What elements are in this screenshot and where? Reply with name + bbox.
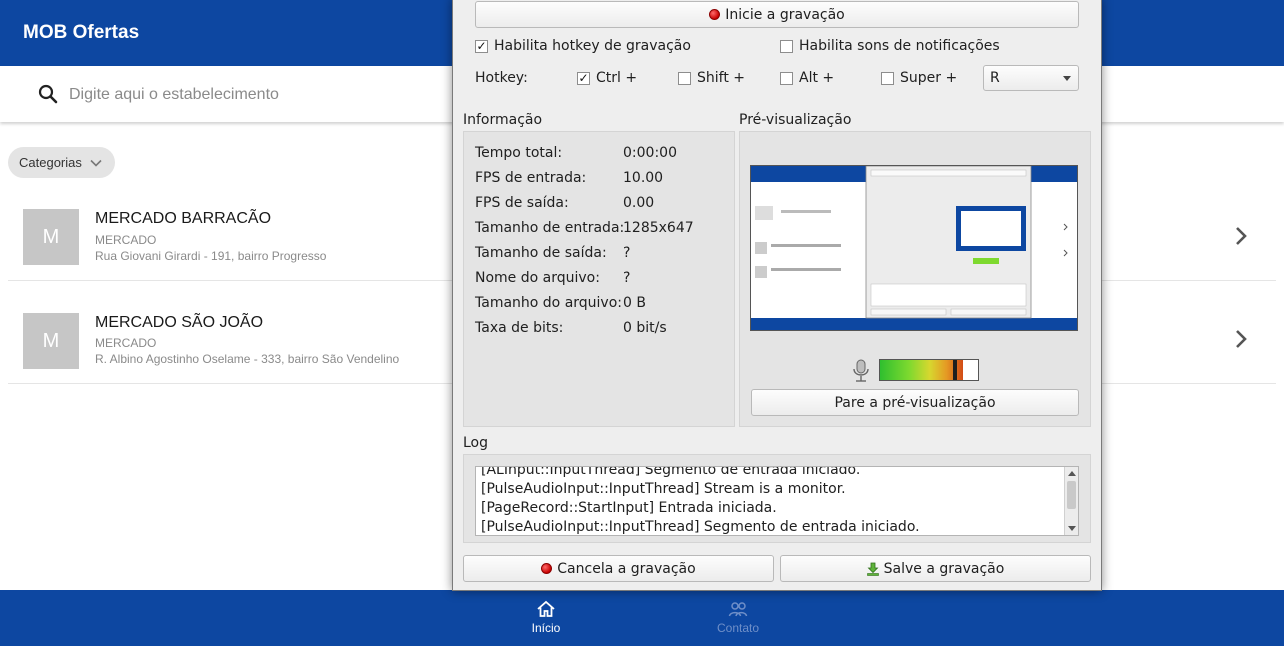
audio-level-fill	[880, 360, 963, 380]
nav-home[interactable]: Início	[506, 590, 586, 646]
info-value: 0 bit/s	[623, 320, 667, 336]
scroll-up-arrow-icon[interactable]	[1068, 471, 1076, 476]
super-checkbox[interactable]: Super +	[881, 70, 957, 86]
categories-dropdown[interactable]: Categorias	[8, 147, 115, 178]
notify-sounds-label: Habilita sons de notificações	[799, 38, 1000, 54]
notify-sounds-checkbox[interactable]: Habilita sons de notificações	[780, 38, 1000, 54]
store-category: MERCADO	[95, 336, 157, 350]
dropdown-arrow-icon	[1063, 76, 1071, 81]
info-label: Tamanho de saída:	[475, 245, 607, 261]
info-label: FPS de saída:	[475, 195, 569, 211]
record-icon	[709, 9, 721, 20]
info-value: 0.00	[623, 195, 655, 211]
avatar: M	[23, 209, 79, 265]
nav-contact[interactable]: Contato	[698, 590, 778, 646]
hotkey-enable-label: Habilita hotkey de gravação	[494, 38, 691, 54]
info-value: 0 B	[623, 295, 646, 311]
save-download-icon	[866, 562, 879, 576]
log-line: [PageRecord::StartInput] Entrada iniciad…	[481, 500, 777, 516]
scroll-down-arrow-icon[interactable]	[1068, 526, 1076, 531]
log-line: [PulseAudioInput::InputThread] Segmento …	[481, 519, 920, 535]
info-title: Informação	[463, 112, 543, 128]
store-category: MERCADO	[95, 233, 157, 247]
nav-contact-label: Contato	[716, 621, 760, 635]
info-label: Nome do arquivo:	[475, 270, 600, 286]
alt-checkbox[interactable]: Alt +	[780, 70, 834, 86]
ctrl-checkbox[interactable]: ✓ Ctrl +	[577, 70, 637, 86]
log-textbox[interactable]: [ALInput::InputThread] Segmento de entra…	[475, 466, 1079, 536]
info-label: Tamanho de entrada:	[475, 220, 625, 236]
save-recording-label: Salve a gravação	[883, 560, 1005, 577]
info-value: ?	[623, 270, 631, 286]
store-name: MERCADO BARRACÃO	[95, 210, 272, 227]
chevron-right-icon[interactable]	[1234, 225, 1248, 247]
info-label: Tamanho do arquivo:	[475, 295, 622, 311]
hotkey-label: Hotkey:	[475, 70, 528, 86]
log-lines: [ALInput::InputThread] Segmento de entra…	[481, 466, 1062, 535]
checkbox-box	[881, 71, 894, 85]
audio-peak-marker	[953, 360, 957, 380]
chevron-right-icon[interactable]	[1234, 328, 1248, 350]
search-icon[interactable]	[38, 84, 58, 104]
chevron-down-icon	[90, 159, 102, 167]
stop-preview-label: Pare a pré-visualização	[834, 394, 996, 411]
stop-preview-button[interactable]: Pare a pré-visualização	[751, 389, 1079, 416]
checkbox-box: ✓	[475, 39, 488, 53]
info-value: 10.00	[623, 170, 664, 186]
checkbox-box: ✓	[577, 71, 590, 85]
info-value: 1285x647	[623, 220, 694, 236]
store-address: Rua Giovani Girardi - 191, bairro Progre…	[95, 249, 327, 263]
search-input[interactable]	[69, 84, 429, 106]
preview-image	[751, 166, 1077, 330]
avatar: M	[23, 313, 79, 369]
checkbox-box	[780, 39, 793, 53]
info-value: 0:00:00	[623, 145, 677, 161]
record-icon	[541, 563, 553, 574]
ctrl-label: Ctrl +	[596, 70, 638, 86]
preview-thumbnail	[750, 165, 1078, 331]
hotkey-key-value: R	[990, 70, 1000, 86]
start-recording-label: Inicie a gravação	[725, 6, 845, 23]
cancel-recording-button[interactable]: Cancela a gravação	[463, 555, 774, 582]
scroll-thumb[interactable]	[1067, 481, 1076, 509]
log-line: [ALInput::InputThread] Segmento de entra…	[481, 466, 861, 478]
super-label: Super +	[900, 70, 958, 86]
preview-title: Pré-visualização	[739, 112, 852, 128]
info-label: Taxa de bits:	[475, 320, 564, 336]
checkbox-box	[780, 71, 793, 85]
shift-checkbox[interactable]: Shift +	[678, 70, 745, 86]
log-line: [PulseAudioInput::InputThread] Stream is…	[481, 481, 846, 497]
microphone-icon	[853, 359, 869, 382]
save-recording-button[interactable]: Salve a gravação	[780, 555, 1091, 582]
hotkey-enable-checkbox[interactable]: ✓ Habilita hotkey de gravação	[475, 38, 691, 54]
store-name: MERCADO SÃO JOÃO	[95, 314, 264, 331]
info-label: Tempo total:	[475, 145, 563, 161]
hotkey-key-select[interactable]: R	[983, 65, 1079, 91]
checkbox-box	[678, 71, 691, 85]
people-icon	[728, 602, 748, 617]
log-scrollbar[interactable]	[1064, 467, 1078, 535]
bottom-nav: Início Contato	[0, 590, 1284, 646]
info-label: FPS de entrada:	[475, 170, 587, 186]
nav-home-label: Início	[531, 621, 561, 635]
shift-label: Shift +	[697, 70, 746, 86]
alt-label: Alt +	[799, 70, 835, 86]
log-title: Log	[463, 435, 489, 451]
info-value: ?	[623, 245, 631, 261]
recorder-window: Inicie a gravação ✓ Habilita hotkey de g…	[452, 0, 1102, 591]
store-address: R. Albino Agostinho Oselame - 333, bairr…	[95, 352, 400, 366]
categories-label: Categorias	[19, 155, 82, 170]
app-title: MOB Ofertas	[23, 22, 140, 43]
audio-level-meter	[879, 359, 979, 381]
start-recording-button[interactable]: Inicie a gravação	[475, 1, 1079, 28]
home-icon	[537, 600, 555, 617]
cancel-recording-label: Cancela a gravação	[557, 560, 696, 577]
